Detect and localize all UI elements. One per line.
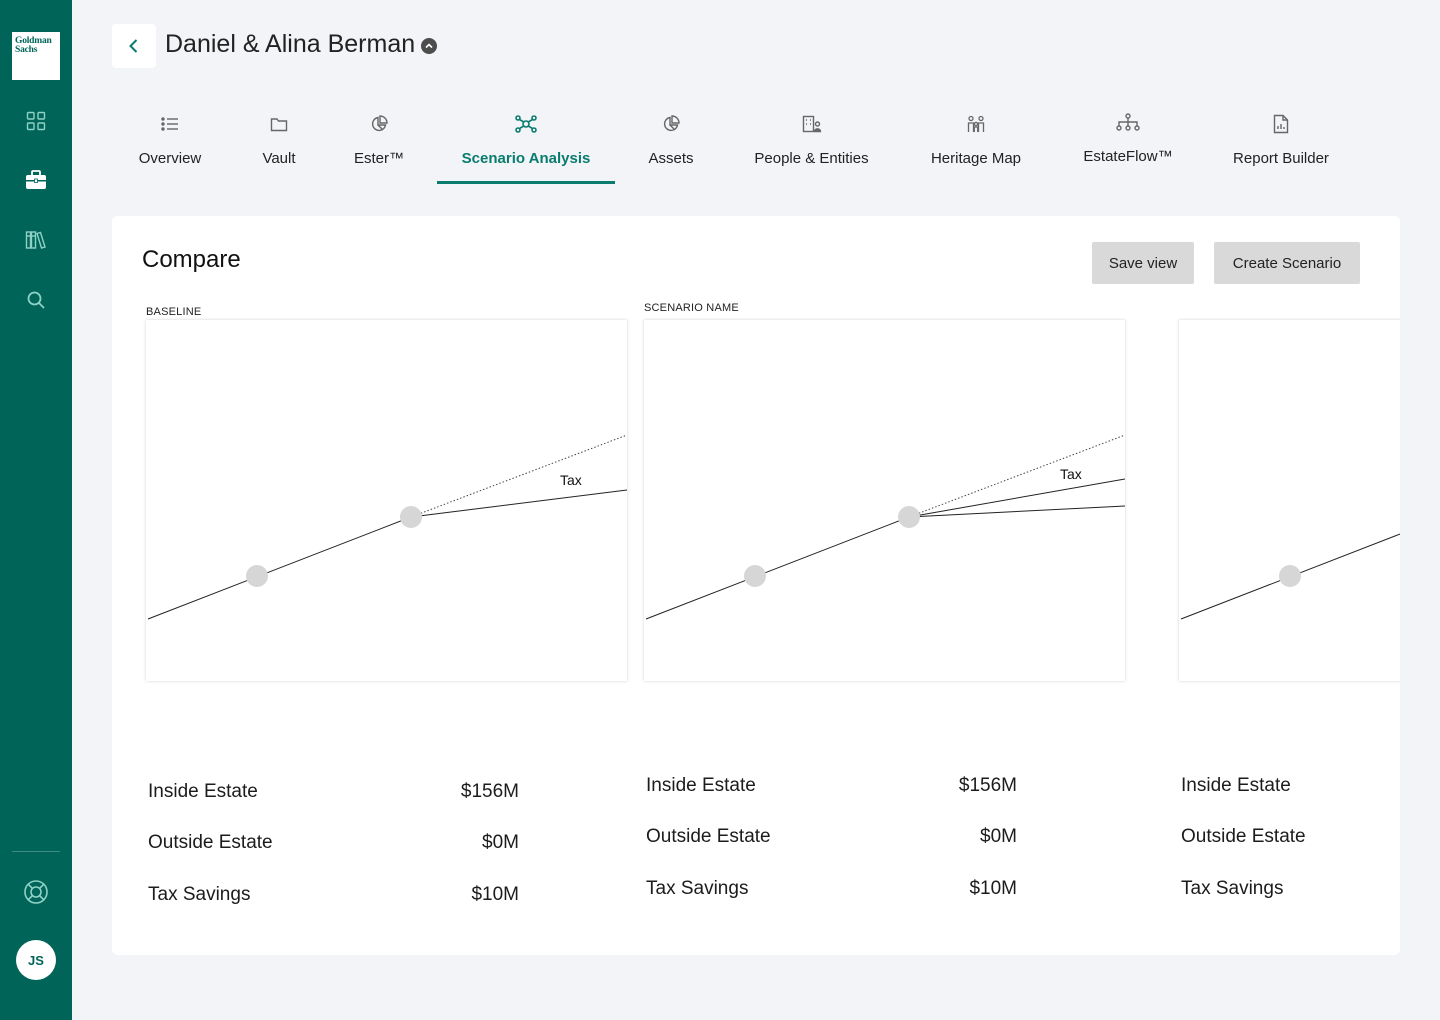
tab-label: People & Entities [754, 150, 869, 167]
tab-ester[interactable]: Ester™ [352, 108, 406, 184]
stat-label-tax-savings: Tax Savings [1181, 878, 1284, 899]
tab-label: Scenario Analysis [461, 150, 591, 167]
compare-title: Compare [142, 246, 241, 273]
save-view-button[interactable]: Save view [1092, 242, 1194, 284]
back-button[interactable] [112, 24, 156, 68]
folder-icon [270, 108, 288, 140]
milestone-point[interactable] [744, 565, 766, 587]
tab-estateflow[interactable]: EstateFlow™ [1080, 106, 1176, 182]
stat-label-inside-estate: Inside Estate [1181, 775, 1291, 796]
chevron-left-icon [129, 39, 138, 53]
stat-value-outside-estate: $0M [482, 832, 519, 853]
stat-label-inside-estate: Inside Estate [148, 781, 258, 802]
tab-vault[interactable]: Vault [259, 108, 299, 184]
scenario-chart: Tax [644, 320, 1125, 681]
tab-label: EstateFlow™ [1083, 148, 1173, 165]
tab-scenario-analysis[interactable]: Scenario Analysis [437, 108, 615, 184]
tax-annotation: Tax [560, 472, 582, 488]
sidebar-divider [12, 851, 60, 852]
after-tax-line [410, 489, 627, 518]
stat-value-tax-savings: $10M [969, 878, 1017, 899]
stat-value-inside-estate: $156M [460, 781, 519, 802]
pie-chart-icon [662, 108, 680, 140]
tab-label: Ester™ [353, 150, 404, 167]
growth-line [645, 516, 910, 620]
tab-label: Vault [262, 150, 296, 167]
scenario-label: SCENARIO NAME [644, 302, 739, 314]
client-dropdown-chevron-icon[interactable] [421, 38, 437, 54]
stat-label-outside-estate: Outside Estate [1181, 826, 1306, 847]
milestone-point[interactable] [898, 506, 920, 528]
stat-label-tax-savings: Tax Savings [148, 884, 251, 905]
scenario-chart-svg: Tax [645, 434, 1125, 620]
stat-label-outside-estate: Outside Estate [148, 832, 273, 853]
compare-card: Compare Save view Create Scenario BASELI… [112, 216, 1400, 955]
hierarchy-icon [1116, 106, 1140, 138]
projection-dotted-line [908, 434, 1125, 518]
projection-dotted-line [410, 434, 627, 518]
stat-value-tax-savings: $10M [471, 884, 519, 905]
stat-value-inside-estate: $156M [958, 775, 1017, 796]
network-icon [515, 108, 537, 140]
stat-label-inside-estate: Inside Estate [646, 775, 756, 796]
search-icon[interactable] [22, 286, 50, 314]
scenario-chart-3 [1179, 320, 1400, 681]
tab-assets[interactable]: Assets [645, 108, 697, 184]
logo-line2: Sachs [15, 45, 38, 55]
baseline-chart-svg: Tax [147, 434, 627, 620]
dashboard-grid-icon[interactable] [22, 107, 50, 135]
tab-label: Report Builder [1233, 150, 1329, 167]
tab-heritage-map[interactable]: Heritage Map [927, 108, 1025, 184]
tab-label: Overview [138, 150, 202, 167]
milestone-point[interactable] [400, 506, 422, 528]
milestone-point[interactable] [246, 565, 268, 587]
sidebar: Goldman Sachs JS [0, 0, 72, 1020]
user-avatar[interactable]: JS [16, 940, 56, 980]
pie-chart-icon [370, 108, 388, 140]
tab-overview[interactable]: Overview [136, 108, 204, 184]
report-icon [1273, 108, 1289, 140]
baseline-label: BASELINE [146, 306, 202, 318]
create-scenario-button[interactable]: Create Scenario [1214, 242, 1360, 284]
growth-line [147, 516, 412, 620]
tax-annotation: Tax [1060, 466, 1082, 482]
help-lifebuoy-icon[interactable] [22, 878, 50, 906]
baseline-chart: Tax [146, 320, 627, 681]
stat-label-outside-estate: Outside Estate [646, 826, 771, 847]
scenario-chart-3-svg [1180, 533, 1400, 620]
tab-label: Assets [648, 150, 694, 167]
milestone-point[interactable] [1279, 565, 1301, 587]
list-icon [161, 108, 179, 140]
goldman-sachs-logo[interactable]: Goldman Sachs [12, 32, 60, 80]
building-person-icon [802, 108, 822, 140]
tab-label: Heritage Map [930, 150, 1022, 167]
tab-people-entities[interactable]: People & Entities [750, 108, 873, 184]
stat-label-tax-savings: Tax Savings [646, 878, 749, 899]
client-name-title: Daniel & Alina Berman [165, 30, 416, 58]
library-icon[interactable] [22, 226, 50, 254]
family-icon [966, 108, 986, 140]
briefcase-icon[interactable] [22, 166, 50, 194]
stat-value-outside-estate: $0M [980, 826, 1017, 847]
tab-report-builder[interactable]: Report Builder [1229, 108, 1333, 184]
